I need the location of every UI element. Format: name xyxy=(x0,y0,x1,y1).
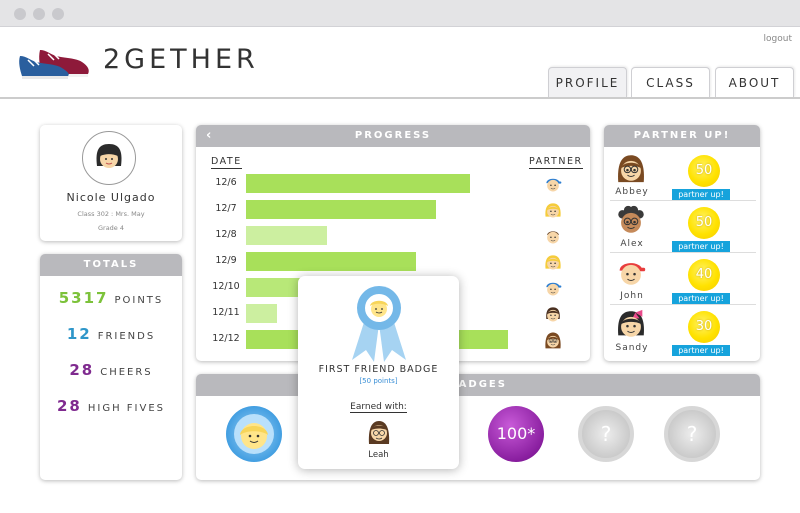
total-value: 5317 xyxy=(58,289,109,307)
totals-card: TOTALS 5317 POINTS 12 FRIENDS 28 CHEERS 28 HIGH… xyxy=(40,254,182,480)
tab-about[interactable]: ABOUT xyxy=(715,67,794,98)
partner-avatar-icon[interactable] xyxy=(543,226,563,246)
progress-date: 12/8 xyxy=(215,229,237,240)
partner-avatar-icon[interactable] xyxy=(543,200,563,220)
glasses-girl-avatar-icon xyxy=(368,421,390,444)
close-window-dot[interactable] xyxy=(14,8,26,20)
partner-avatar-icon[interactable] xyxy=(614,255,648,289)
partner-avatar-icon[interactable] xyxy=(543,278,563,298)
date-column-header: DATE xyxy=(211,156,242,169)
progress-bar xyxy=(246,226,327,245)
progress-bar xyxy=(246,304,277,323)
partner-avatar-icon[interactable] xyxy=(543,174,563,194)
partner-avatar-icon[interactable] xyxy=(614,203,648,237)
chevron-left-icon[interactable]: ‹ xyxy=(206,125,213,147)
progress-row[interactable]: 12/8 xyxy=(196,226,590,246)
progress-date: 12/11 xyxy=(212,307,240,318)
progress-title: PROGRESS xyxy=(354,130,432,141)
partner-up-button[interactable]: partner up! xyxy=(672,241,730,252)
ribbon-award-icon xyxy=(352,286,406,362)
partner-row: Alex 50 partner up! xyxy=(610,203,756,253)
points-coin-icon: 40 xyxy=(688,259,720,291)
first-friend-badge-icon[interactable] xyxy=(226,406,282,462)
partner-up-button[interactable]: partner up! xyxy=(672,189,730,200)
progress-row[interactable]: 12/9 xyxy=(196,252,590,272)
partner-name: John xyxy=(620,291,644,301)
total-friends: 12 FRIENDS xyxy=(40,324,182,343)
badges-card: BADGES 100*?? xyxy=(196,374,760,480)
profile-class: Class 302 : Mrs. May xyxy=(77,210,145,218)
profile-grade: Grade 4 xyxy=(97,224,125,232)
points-coin-icon: 50 xyxy=(688,155,720,187)
partner-row: John 40 partner up! xyxy=(610,255,756,305)
partner-up-card: PARTNER UP! Abbey 50 partner up! Alex 50 par… xyxy=(604,125,760,361)
locked-badge-icon[interactable]: ? xyxy=(578,406,634,462)
total-label: HIGH FIVES xyxy=(87,403,165,414)
app-brand: 2GETHER xyxy=(103,44,259,75)
progress-row[interactable]: 12/6 xyxy=(196,174,590,194)
total-high-fives: 28 HIGH FIVES xyxy=(40,396,182,415)
badge-title: FIRST FRIEND BADGE xyxy=(318,364,439,375)
points-coin-icon: 50 xyxy=(688,207,720,239)
partner-up-button[interactable]: partner up! xyxy=(672,293,730,304)
progress-bar xyxy=(246,252,416,271)
partner-row: Abbey 50 partner up! xyxy=(610,151,756,201)
badges-title: BADGES xyxy=(196,374,760,396)
partner-avatar-icon[interactable] xyxy=(543,252,563,272)
sneakers-logo-icon xyxy=(19,50,89,79)
partner-name: Alex xyxy=(620,239,644,249)
header-divider xyxy=(0,97,800,99)
minimize-window-dot[interactable] xyxy=(33,8,45,20)
partner-avatar-icon[interactable] xyxy=(614,151,648,185)
progress-date: 12/6 xyxy=(215,177,237,188)
totals-title: TOTALS xyxy=(40,254,182,276)
partner-avatar-icon[interactable] xyxy=(543,304,563,324)
partner-column-header: PARTNER xyxy=(529,156,583,169)
progress-bar xyxy=(246,200,436,219)
girl-avatar-icon xyxy=(96,144,122,168)
total-label: FRIENDS xyxy=(97,331,156,342)
tab-profile[interactable]: PROFILE xyxy=(548,67,627,98)
maximize-window-dot[interactable] xyxy=(52,8,64,20)
total-value: 28 xyxy=(57,397,82,415)
progress-date: 12/12 xyxy=(212,333,240,344)
partner-up-title: PARTNER UP! xyxy=(604,125,760,147)
logout-link[interactable]: logout xyxy=(764,34,792,44)
badge-points: [50 points] xyxy=(359,377,398,385)
total-value: 28 xyxy=(69,361,95,379)
profile-name: Nicole Ulgado xyxy=(66,191,156,204)
partner-row: Sandy 30 partner up! xyxy=(610,307,756,357)
locked-badge-icon[interactable]: ? xyxy=(664,406,720,462)
hundred-badge-icon[interactable]: 100* xyxy=(488,406,544,462)
tab-class[interactable]: CLASS xyxy=(631,67,710,98)
total-cheers: 28 CHEERS xyxy=(40,360,182,379)
earned-with-label: Earned with: xyxy=(350,402,407,413)
profile-card: Nicole Ulgado Class 302 : Mrs. May Grade… xyxy=(40,125,182,241)
progress-date: 12/10 xyxy=(212,281,240,292)
partner-name: Abbey xyxy=(615,187,649,197)
partner-name: Leah xyxy=(368,450,389,460)
avatar[interactable] xyxy=(82,131,136,185)
total-points: 5317 POINTS xyxy=(40,288,182,307)
badge-detail-popup[interactable]: FIRST FRIEND BADGE [50 points] Earned wi… xyxy=(298,276,459,469)
progress-date: 12/7 xyxy=(215,203,237,214)
partner-up-button[interactable]: partner up! xyxy=(672,345,730,356)
partner-name: Sandy xyxy=(615,343,649,353)
total-value: 12 xyxy=(66,325,92,343)
partner-avatar-icon[interactable] xyxy=(543,330,563,350)
progress-bar xyxy=(246,174,470,193)
total-label: POINTS xyxy=(114,295,164,306)
points-coin-icon: 30 xyxy=(688,311,720,343)
browser-titlebar xyxy=(0,0,800,27)
partner-avatar-icon[interactable] xyxy=(614,307,648,341)
progress-date: 12/9 xyxy=(215,255,237,266)
progress-row[interactable]: 12/7 xyxy=(196,200,590,220)
total-label: CHEERS xyxy=(100,367,153,378)
